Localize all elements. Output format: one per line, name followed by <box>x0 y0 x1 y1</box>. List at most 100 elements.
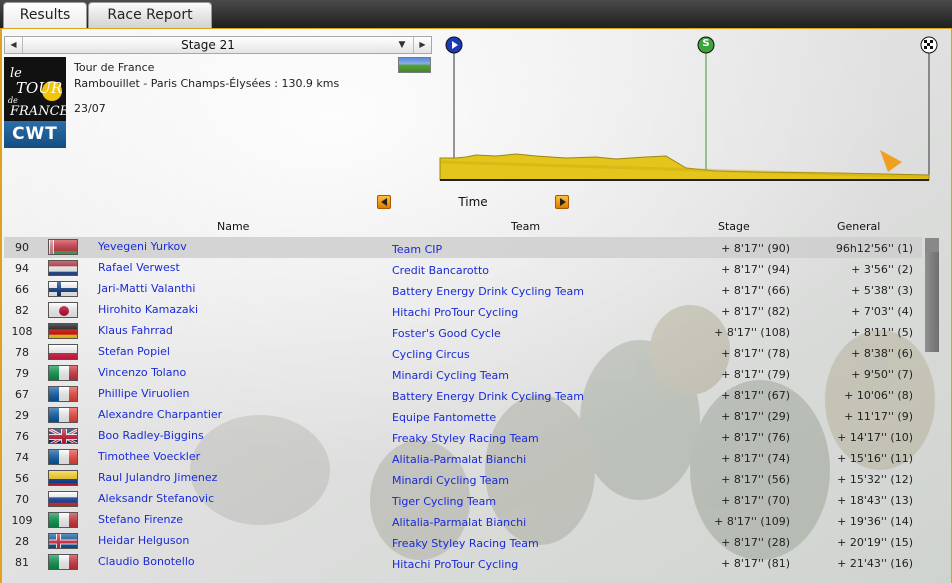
flag-icon <box>48 449 78 465</box>
general-time: + 15'32'' (12) <box>837 473 913 486</box>
start-flag-icon <box>445 36 463 54</box>
team-name-link[interactable]: Alitalia-Parmalat Bianchi <box>392 453 526 466</box>
flag-icon <box>48 407 78 423</box>
general-time: + 3'56'' (2) <box>851 263 913 276</box>
table-row[interactable]: 81 Claudio Bonotello Hitachi ProTour Cycli… <box>4 552 922 573</box>
rider-name-link[interactable]: Phillipe Viruolien <box>98 387 190 400</box>
rider-number: 74 <box>15 451 29 464</box>
scrollbar-up[interactable] <box>925 238 939 252</box>
stage-time: + 8'17'' (81) <box>721 557 790 570</box>
rider-name-link[interactable]: Stefan Popiel <box>98 345 170 358</box>
flag-icon <box>48 491 78 507</box>
stage-dropdown-button[interactable]: ▼ <box>393 37 411 53</box>
team-name-link[interactable]: Tiger Cycling Team <box>392 495 496 508</box>
race-name: Tour de France <box>74 61 155 74</box>
table-row[interactable]: 28 Heidar Helguson Freaky Styley Racing Te… <box>4 531 922 552</box>
rider-name-link[interactable]: Rafael Verwest <box>98 261 180 274</box>
team-name-link[interactable]: Freaky Styley Racing Team <box>392 432 539 445</box>
team-name-link[interactable]: Battery Energy Drink Cycling Team <box>392 390 584 403</box>
team-name-link[interactable]: Equipe Fantomette <box>392 411 496 424</box>
rider-name-link[interactable]: Boo Radley-Biggins <box>98 429 204 442</box>
table-row[interactable]: 29 Alexandre Charpantier Equipe Fantomette… <box>4 405 922 426</box>
tab-results[interactable]: Results <box>3 2 87 28</box>
team-name-link[interactable]: Foster's Good Cycle <box>392 327 501 340</box>
general-time: + 5'38'' (3) <box>851 284 913 297</box>
stage-time: + 8'17'' (90) <box>721 242 790 255</box>
table-row[interactable]: 78 Stefan Popiel Cycling Circus + 8'17'' (7… <box>4 342 922 363</box>
next-stage-button[interactable]: ▶ <box>413 37 431 53</box>
flag-icon <box>48 344 78 360</box>
tab-race-report[interactable]: Race Report <box>88 2 212 28</box>
scrollbar-thumb[interactable] <box>925 238 939 352</box>
rider-number: 70 <box>15 493 29 506</box>
table-row[interactable]: 79 Vincenzo Tolano Minardi Cycling Team + 8… <box>4 363 922 384</box>
rider-name-link[interactable]: Yevegeni Yurkov <box>98 240 187 253</box>
rider-name-link[interactable]: Klaus Fahrrad <box>98 324 173 337</box>
stage-time: + 8'17'' (67) <box>721 389 790 402</box>
general-time: + 20'19'' (15) <box>837 536 913 549</box>
general-time: + 11'17'' (9) <box>844 410 913 423</box>
chevron-down-icon: ▼ <box>398 40 406 50</box>
stage-time: + 8'17'' (74) <box>721 452 790 465</box>
flag-icon <box>48 365 78 381</box>
column-header-stage[interactable]: Stage <box>718 220 750 233</box>
rider-number: 56 <box>15 472 29 485</box>
left-triangle-icon <box>381 198 387 206</box>
flag-icon <box>48 533 78 549</box>
stage-time: + 8'17'' (70) <box>721 494 790 507</box>
table-row[interactable]: 56 Raul Julandro Jimenez Minardi Cycling T… <box>4 468 922 489</box>
sprint-marker-label: S <box>702 38 710 49</box>
rider-name-link[interactable]: Alexandre Charpantier <box>98 408 222 421</box>
prev-classification-button[interactable] <box>377 195 391 209</box>
team-name-link[interactable]: Minardi Cycling Team <box>392 474 509 487</box>
team-name-link[interactable]: Hitachi ProTour Cycling <box>392 558 518 571</box>
rider-name-link[interactable]: Aleksandr Stefanovic <box>98 492 214 505</box>
rider-name-link[interactable]: Hirohito Kamazaki <box>98 303 198 316</box>
stage-time: + 8'17'' (108) <box>714 326 790 339</box>
team-name-link[interactable]: Team CIP <box>392 243 442 256</box>
table-row[interactable]: 67 Phillipe Viruolien Battery Energy Drink… <box>4 384 922 405</box>
flag-icon <box>48 554 78 570</box>
team-name-link[interactable]: Alitalia-Parmalat Bianchi <box>392 516 526 529</box>
team-name-link[interactable]: Minardi Cycling Team <box>392 369 509 382</box>
table-row[interactable]: 70 Aleksandr Stefanovic Tiger Cycling Team… <box>4 489 922 510</box>
rider-name-link[interactable]: Stefano Firenze <box>98 513 183 526</box>
team-name-link[interactable]: Credit Bancarotto <box>392 264 489 277</box>
team-name-link[interactable]: Battery Energy Drink Cycling Team <box>392 285 584 298</box>
stage-time: + 8'17'' (109) <box>714 515 790 528</box>
rider-number: 82 <box>15 304 29 317</box>
rider-name-link[interactable]: Raul Julandro Jimenez <box>98 471 217 484</box>
flag-icon <box>48 323 78 339</box>
team-name-link[interactable]: Freaky Styley Racing Team <box>392 537 539 550</box>
table-row[interactable]: 74 Timothee Voeckler Alitalia-Parmalat Bia… <box>4 447 922 468</box>
flag-icon <box>48 239 78 255</box>
stage-time: + 8'17'' (76) <box>721 431 790 444</box>
flag-icon <box>48 428 78 444</box>
table-row[interactable]: 76 Boo Radley-Biggins Freaky Styley Racing… <box>4 426 922 447</box>
rider-name-link[interactable]: Jari-Matti Valanthi <box>98 282 195 295</box>
rider-number: 108 <box>11 325 33 338</box>
stage-selector[interactable]: ◀ Stage 21 ▼ ▶ <box>4 36 432 54</box>
table-row[interactable]: 82 Hirohito Kamazaki Hitachi ProTour Cycli… <box>4 300 922 321</box>
column-header-name[interactable]: Name <box>217 220 249 233</box>
table-row[interactable]: 90 Yevegeni Yurkov Team CIP + 8'17'' (90) 96… <box>4 237 922 258</box>
column-header-team[interactable]: Team <box>511 220 540 233</box>
right-triangle-icon: ▶ <box>419 40 426 49</box>
next-classification-button[interactable] <box>555 195 569 209</box>
table-row[interactable]: 108 Klaus Fahrrad Foster's Good Cycle + 8'1… <box>4 321 922 342</box>
stage-time: + 8'17'' (78) <box>721 347 790 360</box>
rider-name-link[interactable]: Heidar Helguson <box>98 534 189 547</box>
prev-stage-button[interactable]: ◀ <box>5 37 23 53</box>
rider-number: 29 <box>15 409 29 422</box>
general-time: 96h12'56'' (1) <box>835 242 913 255</box>
table-row[interactable]: 66 Jari-Matti Valanthi Battery Energy Drin… <box>4 279 922 300</box>
table-row[interactable]: 109 Stefano Firenze Alitalia-Parmalat Bian… <box>4 510 922 531</box>
rider-name-link[interactable]: Timothee Voeckler <box>98 450 200 463</box>
rider-name-link[interactable]: Claudio Bonotello <box>98 555 195 568</box>
table-row[interactable]: 94 Rafael Verwest Credit Bancarotto + 8'17'… <box>4 258 922 279</box>
column-header-general[interactable]: General <box>837 220 880 233</box>
general-time: + 15'16'' (11) <box>837 452 913 465</box>
team-name-link[interactable]: Cycling Circus <box>392 348 470 361</box>
rider-name-link[interactable]: Vincenzo Tolano <box>98 366 186 379</box>
team-name-link[interactable]: Hitachi ProTour Cycling <box>392 306 518 319</box>
